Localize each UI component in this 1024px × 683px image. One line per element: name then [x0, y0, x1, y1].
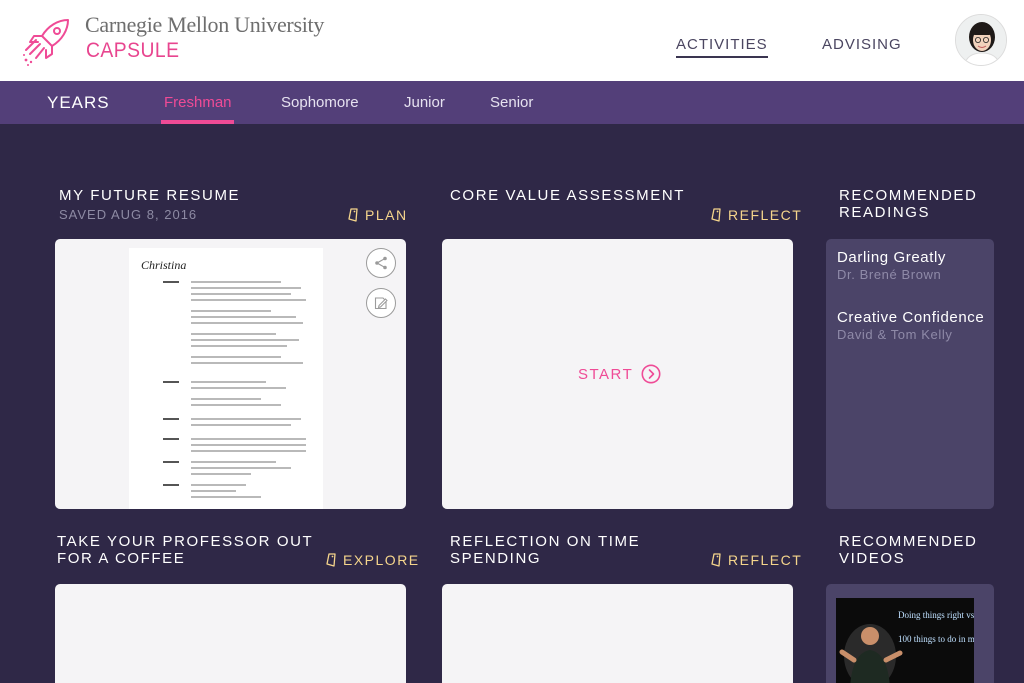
doc-text-line [191, 381, 266, 383]
tag-icon [711, 208, 721, 222]
professor-section-title: TAKE YOUR PROFESSOR OUT FOR A COFFEE [57, 533, 313, 567]
tag-icon [711, 553, 721, 567]
doc-text-line [191, 362, 303, 364]
doc-text-line [191, 404, 281, 406]
readings-title-line2: READINGS [839, 204, 931, 221]
resume-section-title: MY FUTURE RESUME [59, 187, 241, 204]
edit-button[interactable] [366, 288, 396, 318]
start-button[interactable]: START [578, 364, 661, 384]
plan-button[interactable]: PLAN [348, 207, 408, 223]
doc-text-line [191, 484, 246, 486]
active-tab-indicator [161, 120, 234, 124]
doc-section-label [163, 418, 179, 420]
videos-card: Doing things right vs. do 100 things to … [826, 584, 994, 683]
doc-section-label [163, 438, 179, 440]
doc-text-line [191, 438, 306, 440]
doc-text-line [191, 444, 306, 446]
video-caption-line1: Doing things right vs. do [898, 610, 974, 620]
reading-author-2: David & Tom Kelly [837, 327, 953, 342]
nav-activities[interactable]: ACTIVITIES [676, 36, 768, 58]
plan-label: PLAN [365, 207, 408, 223]
reflect-label: REFLECT [728, 552, 803, 568]
doc-text-line [191, 467, 291, 469]
doc-text-line [191, 473, 251, 475]
tag-icon [326, 553, 336, 567]
reflection-card[interactable] [442, 584, 793, 683]
doc-text-line [191, 281, 281, 283]
videos-title-line1: RECOMMENDED [839, 533, 978, 550]
chevron-right-circle-icon [641, 364, 661, 384]
resume-name: Christina [141, 258, 187, 272]
doc-text-line [191, 356, 281, 358]
doc-text-line [191, 450, 306, 452]
tab-freshman[interactable]: Freshman [164, 94, 232, 111]
tab-sophomore[interactable]: Sophomore [281, 94, 359, 111]
doc-text-line [191, 345, 287, 347]
years-bar: YEARS Freshman Sophomore Junior Senior [0, 81, 1024, 124]
doc-text-line [191, 299, 306, 301]
tab-junior[interactable]: Junior [404, 94, 445, 111]
years-title: YEARS [47, 93, 110, 112]
resume-saved-date: SAVED AUG 8, 2016 [59, 207, 198, 222]
doc-text-line [191, 424, 291, 426]
doc-text-line [191, 387, 286, 389]
reflect-label: REFLECT [728, 207, 803, 223]
reflection-reflect-button[interactable]: REFLECT [711, 552, 802, 568]
videos-title-line2: VIDEOS [839, 550, 906, 567]
doc-text-line [191, 398, 261, 400]
user-avatar[interactable] [955, 14, 1007, 66]
doc-text-line [191, 322, 303, 324]
reflection-section-title: REFLECTION ON TIME SPENDING [450, 533, 640, 567]
reading-author-1: Dr. Brené Brown [837, 267, 942, 282]
videos-section-title: RECOMMENDED VIDEOS [839, 533, 977, 567]
university-name: Carnegie Mellon University [85, 12, 325, 37]
doc-text-line [191, 287, 301, 289]
reading-title-2[interactable]: Creative Confidence [837, 309, 984, 326]
share-icon [375, 256, 387, 270]
video-thumbnail[interactable]: Doing things right vs. do 100 things to … [836, 598, 974, 683]
resume-card[interactable]: Christina [55, 239, 406, 509]
app-header: Carnegie Mellon University CAPSULE ACTIV… [0, 0, 1024, 81]
nav-advising[interactable]: ADVISING [822, 36, 902, 53]
professor-card[interactable] [55, 584, 406, 683]
video-caption-line2: 100 things to do in my lif [898, 634, 974, 644]
start-label: START [578, 365, 634, 383]
doc-text-line [191, 461, 276, 463]
reflection-title-line1: REFLECTION ON TIME [450, 533, 641, 550]
edit-note-icon [374, 297, 388, 310]
doc-section-label [163, 281, 179, 283]
doc-text-line [191, 418, 301, 420]
doc-section-label [163, 381, 179, 383]
app-name: CAPSULE [86, 39, 180, 62]
explore-button[interactable]: EXPLORE [326, 552, 420, 568]
avatar-portrait [956, 15, 1006, 65]
doc-text-line [191, 310, 271, 312]
doc-text-line [191, 496, 261, 498]
core-value-card[interactable]: START [442, 239, 793, 509]
tag-icon [348, 208, 358, 222]
explore-label: EXPLORE [343, 552, 420, 568]
tab-senior[interactable]: Senior [490, 94, 533, 111]
readings-card: Darling Greatly Dr. Brené Brown Creative… [826, 239, 994, 509]
core-reflect-button[interactable]: REFLECT [711, 207, 802, 223]
doc-text-line [191, 316, 296, 318]
professor-title-line2: FOR A COFFEE [57, 550, 186, 567]
readings-section-title: RECOMMENDED READINGS [839, 187, 977, 221]
reading-title-1[interactable]: Darling Greatly [837, 249, 946, 266]
doc-section-label [163, 461, 179, 463]
reflection-title-line2: SPENDING [450, 550, 542, 567]
doc-section-label [163, 484, 179, 486]
professor-title-line1: TAKE YOUR PROFESSOR OUT [57, 533, 314, 550]
doc-text-line [191, 293, 291, 295]
doc-text-line [191, 490, 236, 492]
core-section-title: CORE VALUE ASSESSMENT [450, 187, 686, 204]
readings-title-line1: RECOMMENDED [839, 187, 978, 204]
share-button[interactable] [366, 248, 396, 278]
doc-text-line [191, 333, 276, 335]
doc-text-line [191, 339, 299, 341]
resume-document-preview[interactable]: Christina [129, 248, 323, 509]
rocket-logo-icon[interactable] [22, 16, 74, 68]
